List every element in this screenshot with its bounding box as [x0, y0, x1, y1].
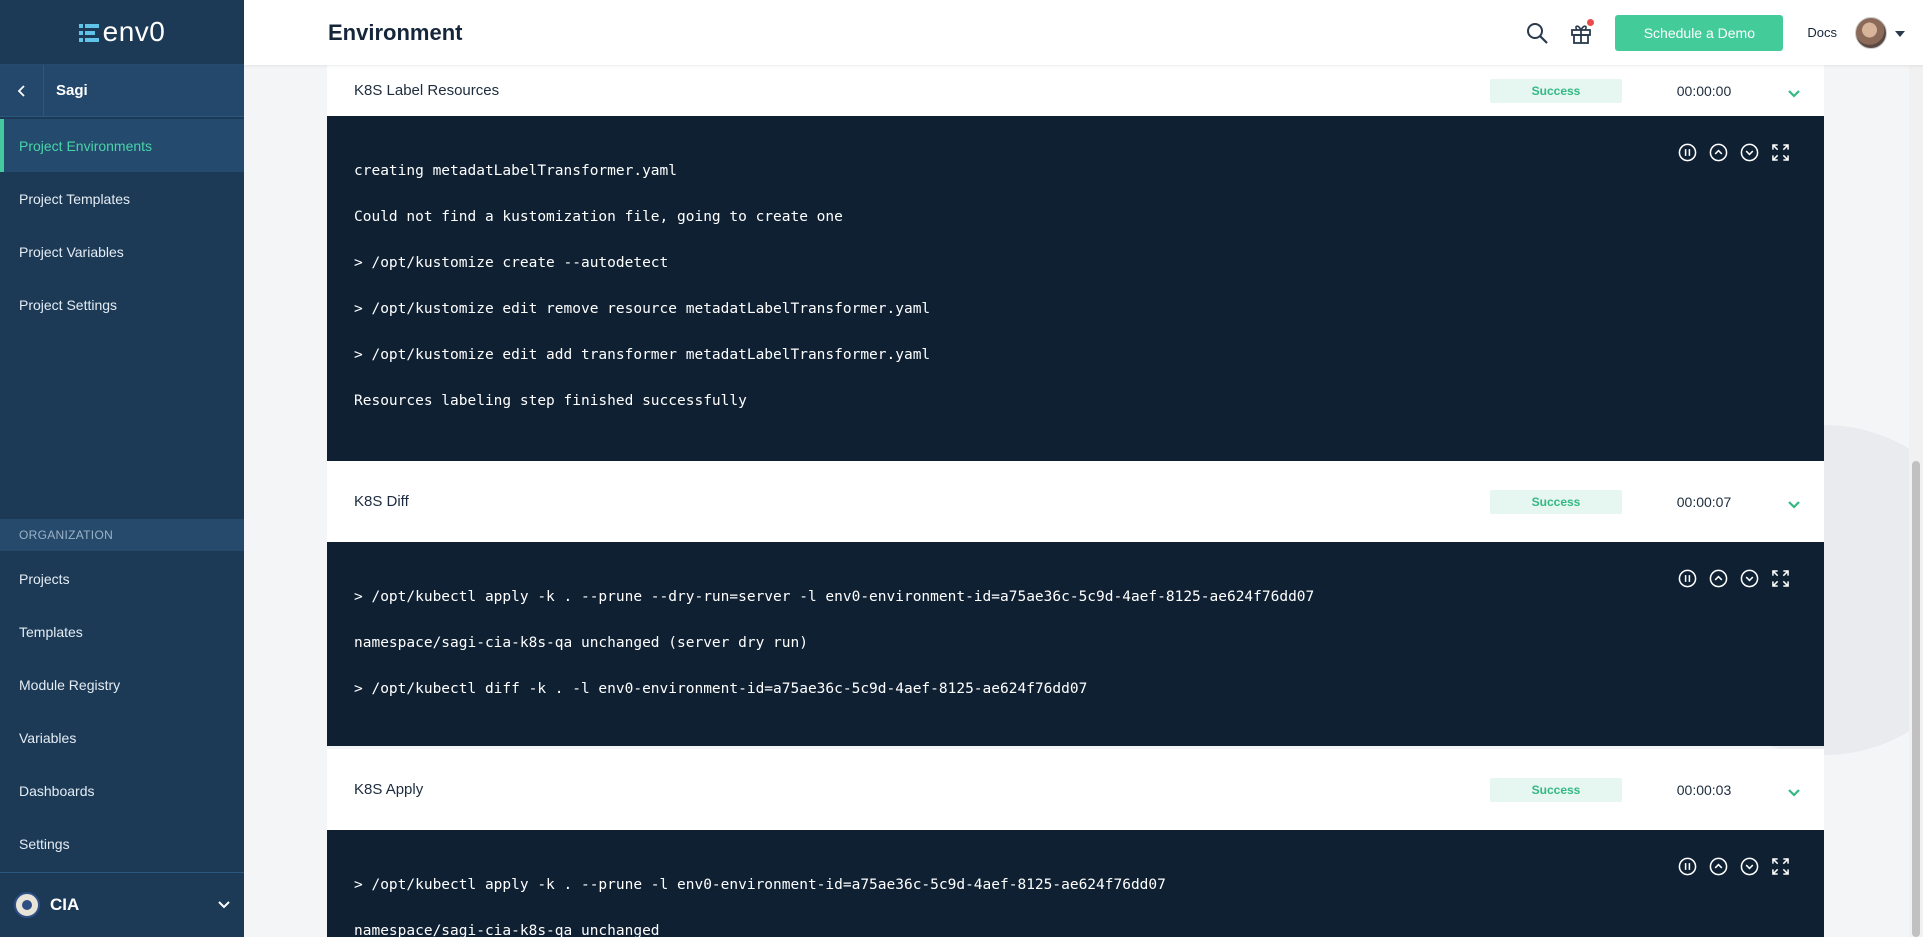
fullscreen-icon[interactable] — [1770, 568, 1790, 588]
logo-area: env0 — [0, 0, 244, 65]
scroll-up-icon[interactable] — [1708, 142, 1728, 162]
log-line: > /opt/kubectl diff -k . -l env0-environ… — [354, 681, 1088, 697]
fullscreen-icon[interactable] — [1770, 856, 1790, 876]
logo-text: env0 — [102, 16, 166, 47]
env0-logo[interactable]: env0 — [78, 16, 166, 48]
page-title: Environment — [328, 19, 463, 45]
log-line: Could not find a kustomization file, goi… — [354, 209, 843, 225]
log-toolbar — [1677, 568, 1790, 588]
sidebar-item-project-environments[interactable]: Project Environments — [0, 119, 244, 172]
caret-down-icon[interactable] — [1895, 24, 1905, 42]
avatar[interactable] — [1855, 16, 1887, 49]
step-log: creating metadatLabelTransformer.yaml Co… — [327, 116, 1824, 461]
log-line: creating metadatLabelTransformer.yaml — [354, 163, 678, 179]
gift-icon[interactable] — [1559, 11, 1603, 55]
log-line: > /opt/kustomize create --autodetect — [354, 255, 669, 271]
scroll-down-icon[interactable] — [1739, 856, 1759, 876]
back-button[interactable] — [0, 64, 44, 117]
scrollbar-thumb[interactable] — [1912, 461, 1920, 937]
step-name: K8S Apply — [354, 781, 424, 798]
step-name: K8S Label Resources — [354, 82, 500, 99]
pause-icon[interactable] — [1677, 856, 1697, 876]
organization-switcher[interactable]: CIA — [0, 872, 244, 937]
log-line: > /opt/kustomize edit remove resource me… — [354, 301, 931, 317]
chevron-down-icon[interactable] — [1764, 89, 1824, 98]
logo-mark-icon — [78, 22, 99, 42]
status-badge: Success — [1490, 777, 1622, 802]
project-nav: Project Environments Project Templates P… — [0, 117, 244, 331]
scroll-up-icon[interactable] — [1708, 856, 1728, 876]
sidebar-item-variables[interactable]: Variables — [0, 711, 244, 764]
organization-seal-icon — [14, 892, 40, 918]
docs-link[interactable]: Docs — [1807, 25, 1837, 40]
log-line: Resources labeling step finished success… — [354, 393, 747, 409]
chevron-down-icon[interactable] — [1764, 788, 1824, 797]
sidebar-item-project-variables[interactable]: Project Variables — [0, 225, 244, 278]
scroll-down-icon[interactable] — [1739, 142, 1759, 162]
notification-dot — [1587, 18, 1595, 26]
log-toolbar — [1677, 856, 1790, 876]
sidebar-item-templates[interactable]: Templates — [0, 605, 244, 658]
organization-header: ORGANIZATION — [0, 519, 244, 551]
top-actions: Schedule a Demo Docs — [1515, 11, 1905, 55]
search-icon[interactable] — [1515, 11, 1559, 55]
project-back-row[interactable]: Sagi — [0, 64, 244, 117]
step-log: > /opt/kubectl apply -k . --prune -l env… — [327, 830, 1824, 937]
status-badge: Success — [1490, 78, 1622, 103]
schedule-demo-button[interactable]: Schedule a Demo — [1615, 14, 1784, 51]
step-duration: 00:00:00 — [1676, 82, 1732, 99]
pause-icon[interactable] — [1677, 568, 1697, 588]
pause-icon[interactable] — [1677, 142, 1697, 162]
log-line: > /opt/kubectl apply -k . --prune --dry-… — [354, 589, 1315, 605]
step-header[interactable]: K8S Apply Success 00:00:03 — [327, 749, 1824, 830]
step-log: > /opt/kubectl apply -k . --prune --dry-… — [327, 542, 1824, 746]
scroll-down-icon[interactable] — [1739, 568, 1759, 588]
status-badge: Success — [1490, 489, 1622, 514]
sidebar: env0 Sagi Project Environments Project T… — [0, 0, 244, 937]
page-scrollbar[interactable] — [1909, 65, 1923, 937]
step-name: K8S Diff — [354, 493, 409, 510]
organization-nav: Projects Templates Module Registry Varia… — [0, 552, 244, 870]
organization-name: CIA — [50, 895, 80, 914]
main-content: K8S Label Resources Success 00:00:00 cre… — [244, 65, 1909, 937]
sidebar-item-settings[interactable]: Settings — [0, 817, 244, 870]
scroll-up-icon[interactable] — [1708, 568, 1728, 588]
step-duration: 00:00:07 — [1676, 493, 1732, 510]
chevron-down-icon[interactable] — [1764, 500, 1824, 509]
log-toolbar — [1677, 142, 1790, 162]
chevron-left-icon — [17, 84, 25, 97]
project-name: Sagi — [56, 82, 88, 99]
deployment-steps: K8S Label Resources Success 00:00:00 cre… — [327, 65, 1824, 937]
log-line: > /opt/kubectl apply -k . --prune -l env… — [354, 877, 1166, 893]
chevron-down-icon — [204, 901, 244, 909]
log-line: namespace/sagi-cia-k8s-qa unchanged — [354, 923, 660, 937]
step-header[interactable]: K8S Label Resources Success 00:00:00 — [327, 65, 1824, 116]
step-header[interactable]: K8S Diff Success 00:00:07 — [327, 461, 1824, 542]
step-duration: 00:00:03 — [1676, 781, 1732, 798]
sidebar-item-project-templates[interactable]: Project Templates — [0, 172, 244, 225]
log-line: namespace/sagi-cia-k8s-qa unchanged (ser… — [354, 635, 808, 651]
top-bar: Environment Schedule a Demo Docs — [244, 0, 1923, 65]
sidebar-item-project-settings[interactable]: Project Settings — [0, 278, 244, 331]
sidebar-item-dashboards[interactable]: Dashboards — [0, 764, 244, 817]
sidebar-item-module-registry[interactable]: Module Registry — [0, 658, 244, 711]
sidebar-item-projects[interactable]: Projects — [0, 552, 244, 605]
log-line: > /opt/kustomize edit add transformer me… — [354, 347, 931, 363]
fullscreen-icon[interactable] — [1770, 142, 1790, 162]
